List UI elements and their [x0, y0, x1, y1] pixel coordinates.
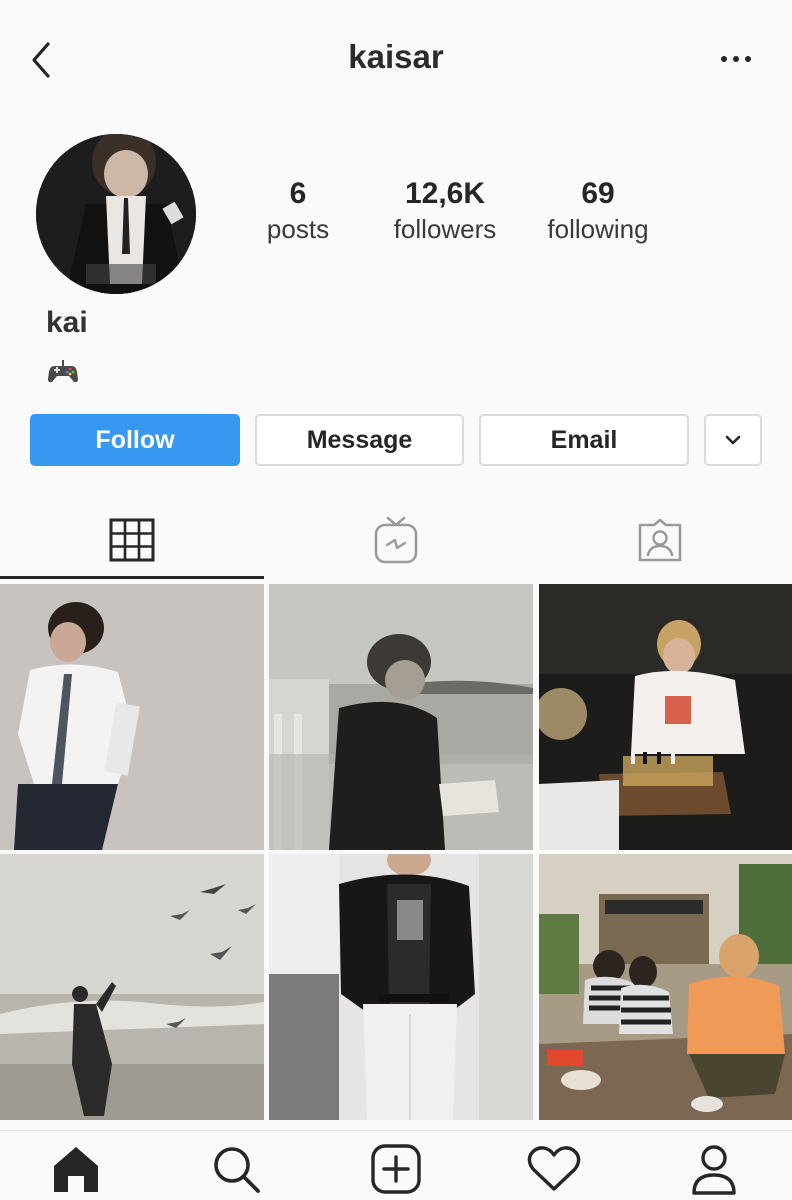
tagged-icon [638, 518, 682, 562]
tab-igtv[interactable] [264, 500, 528, 580]
heart-icon [527, 1146, 581, 1191]
display-name: kai [46, 306, 88, 339]
grid-icon [109, 518, 155, 562]
post-photo-5 [269, 854, 533, 1120]
suggested-dropdown-button[interactable] [704, 414, 762, 466]
post-thumbnail[interactable] [0, 854, 264, 1120]
message-button[interactable]: Message [255, 414, 464, 466]
following-count-value: 69 [581, 177, 615, 210]
top-bar: kaisar [0, 0, 792, 120]
chevron-down-icon [725, 435, 741, 445]
search-icon [214, 1147, 260, 1193]
following-count[interactable]: 69 following [530, 176, 666, 246]
bio-game-controller-icon [46, 356, 80, 386]
nav-new-post[interactable] [366, 1141, 426, 1197]
post-photo-4 [0, 854, 264, 1120]
followers-count[interactable]: 12,6K followers [380, 176, 510, 246]
home-icon [54, 1147, 98, 1192]
bottom-navigation [0, 1130, 792, 1200]
post-thumbnail[interactable] [269, 584, 533, 850]
nav-activity[interactable] [524, 1141, 584, 1197]
active-tab-indicator [0, 576, 264, 579]
nav-home[interactable] [46, 1141, 106, 1197]
posts-grid [0, 584, 792, 1120]
nav-profile[interactable] [684, 1141, 744, 1197]
following-count-label: following [547, 214, 649, 244]
more-options-button[interactable] [712, 44, 760, 74]
follow-button[interactable]: Follow [30, 414, 240, 466]
email-button[interactable]: Email [479, 414, 689, 466]
nav-search[interactable] [206, 1141, 266, 1197]
avatar-photo [36, 134, 196, 294]
posts-count-label: posts [266, 214, 330, 244]
profile-icon [692, 1145, 736, 1195]
post-thumbnail[interactable] [0, 584, 264, 850]
post-photo-6 [539, 854, 792, 1120]
followers-count-value: 12,6K [404, 177, 486, 210]
tab-posts-grid[interactable] [0, 500, 264, 580]
post-photo-1 [0, 584, 264, 850]
profile-avatar[interactable] [36, 134, 196, 294]
igtv-icon [374, 516, 418, 564]
post-photo-2 [269, 584, 533, 850]
post-thumbnail[interactable] [539, 584, 792, 850]
posts-count: 6 posts [248, 176, 348, 246]
more-horizontal-icon [721, 56, 751, 62]
followers-count-label: followers [393, 214, 497, 244]
posts-count-value: 6 [289, 177, 307, 210]
add-post-icon [371, 1144, 421, 1194]
tab-tagged[interactable] [528, 500, 792, 580]
profile-tabs [0, 500, 792, 582]
post-photo-3 [539, 584, 792, 850]
post-thumbnail[interactable] [269, 854, 533, 1120]
profile-username: kaisar [348, 38, 444, 75]
post-thumbnail[interactable] [539, 854, 792, 1120]
